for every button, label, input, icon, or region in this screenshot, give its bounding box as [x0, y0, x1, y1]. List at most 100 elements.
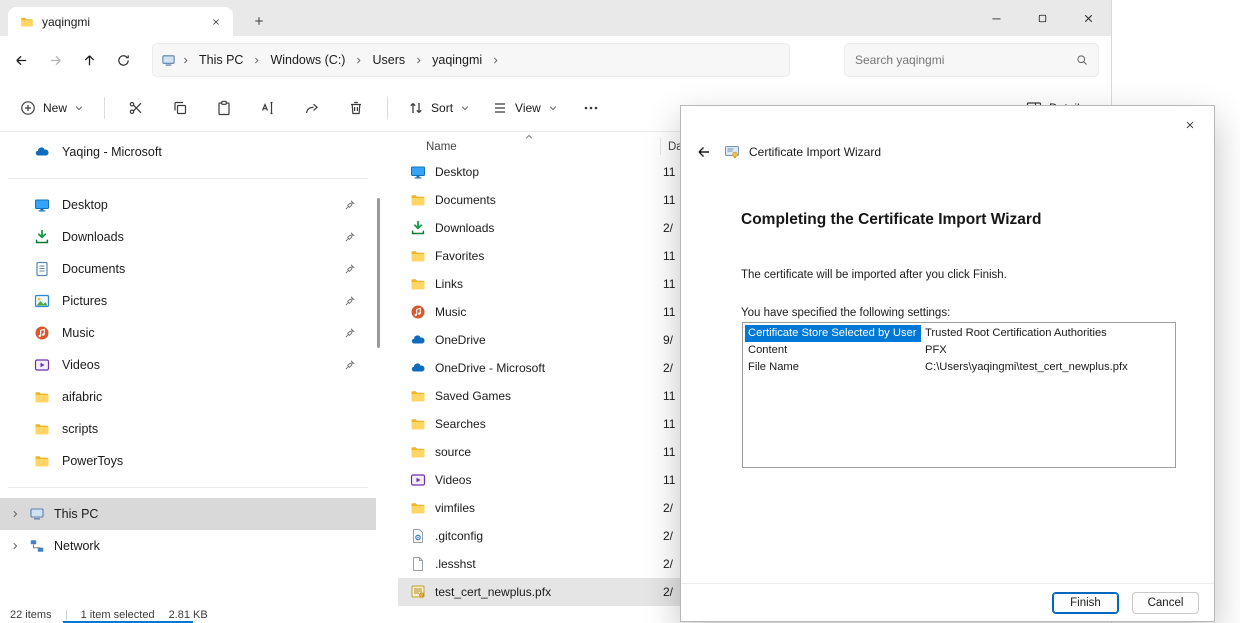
sidebar-item-videos[interactable]: Videos [4, 349, 372, 381]
folder-icon [34, 421, 50, 437]
paste-button[interactable] [203, 91, 245, 125]
settings-list[interactable]: Certificate Store Selected by UserTruste… [742, 322, 1176, 468]
settings-row[interactable]: Certificate Store Selected by UserTruste… [743, 325, 1175, 342]
dialog-back-button[interactable] [693, 141, 715, 163]
network-icon [29, 538, 45, 554]
breadcrumb-item-users[interactable]: Users [366, 49, 411, 71]
sidebar-item-downloads[interactable]: Downloads [4, 221, 372, 253]
breadcrumb-separator-icon [181, 56, 190, 65]
desktop-icon [410, 164, 426, 180]
sidebar-item-label: Downloads [62, 230, 124, 244]
sort-button-label: Sort [431, 101, 453, 115]
sidebar-item-label: Documents [62, 262, 125, 276]
up-button[interactable] [72, 44, 106, 76]
setting-value: Trusted Root Certification Authorities [921, 325, 1175, 342]
sidebar-scrollbar[interactable] [377, 198, 380, 348]
chevron-down-icon [460, 103, 470, 113]
file-name: source [435, 445, 663, 459]
file-date-modified: 11 [663, 249, 675, 263]
sidebar-item-pictures[interactable]: Pictures [4, 285, 372, 317]
dialog-close-button[interactable] [1175, 113, 1205, 137]
more-options-button[interactable] [570, 91, 612, 125]
close-window-button[interactable] [1065, 0, 1111, 36]
file-name: Downloads [435, 221, 663, 235]
settings-row[interactable]: ContentPFX [743, 342, 1175, 359]
file-name: Music [435, 305, 663, 319]
refresh-icon [116, 53, 131, 68]
certificate-icon [724, 144, 740, 160]
sidebar-item-onedrive[interactable]: Yaqing - Microsoft [4, 136, 372, 168]
file-date-modified: 11 [663, 305, 675, 319]
share-button[interactable] [291, 91, 333, 125]
forward-button[interactable] [38, 44, 72, 76]
rename-button[interactable] [247, 91, 289, 125]
column-header-name[interactable]: Name [426, 141, 457, 153]
sidebar-item-scripts[interactable]: scripts [4, 413, 372, 445]
file-date-modified: 11 [663, 389, 675, 403]
plus-icon [253, 15, 265, 27]
delete-button[interactable] [335, 91, 377, 125]
minimize-button[interactable] [973, 0, 1019, 36]
view-button[interactable]: View [482, 91, 568, 125]
file-name: Searches [435, 417, 663, 431]
sidebar-item-network[interactable]: Network [0, 530, 376, 562]
refresh-button[interactable] [106, 44, 140, 76]
music-icon [34, 325, 50, 341]
close-icon [211, 17, 221, 27]
folder-icon [410, 444, 426, 460]
setting-key: Content [745, 342, 921, 359]
sidebar-item-aifabric[interactable]: aifabric [4, 381, 372, 413]
breadcrumb-item-yaqingmi[interactable]: yaqingmi [426, 49, 488, 71]
breadcrumb-item-windows-c[interactable]: Windows (C:) [264, 49, 351, 71]
file-name: .lesshst [435, 557, 663, 571]
tab-close-button[interactable] [205, 12, 227, 32]
downloads-icon [34, 229, 50, 245]
sidebar-item-label: Desktop [62, 198, 108, 212]
maximize-button[interactable] [1019, 0, 1065, 36]
explorer-tab[interactable]: yaqingmi [8, 7, 233, 36]
copy-button[interactable] [159, 91, 201, 125]
back-button[interactable] [4, 44, 38, 76]
delete-icon [348, 100, 364, 116]
search-icon [1076, 54, 1088, 66]
settings-row[interactable]: File NameC:\Users\yaqingmi\test_cert_new… [743, 359, 1175, 376]
view-icon [492, 100, 508, 116]
cut-button[interactable] [115, 91, 157, 125]
breadcrumb-separator-icon [252, 56, 261, 65]
sidebar-item-label: This PC [54, 507, 98, 521]
file-date-modified: 2/ [663, 361, 673, 375]
status-divider [66, 610, 67, 620]
status-item-count: 22 items [10, 609, 52, 621]
setting-value: PFX [921, 342, 1175, 359]
setting-key: Certificate Store Selected by User [745, 325, 921, 342]
sidebar-item-this-pc[interactable]: This PC [0, 498, 376, 530]
folder-icon [34, 453, 50, 469]
breadcrumb: This PC Windows (C:) Users yaqingmi [152, 43, 790, 77]
column-divider[interactable] [660, 138, 661, 155]
pc-icon [161, 53, 176, 68]
sidebar-item-powertoys[interactable]: PowerToys [4, 445, 372, 477]
minimize-icon [990, 12, 1003, 25]
file-date-modified: 11 [663, 417, 675, 431]
file-date-modified: 9/ [663, 333, 673, 347]
config-file-icon [410, 528, 426, 544]
sidebar-item-label: Network [54, 539, 100, 553]
finish-button[interactable]: Finish [1052, 592, 1119, 614]
new-tab-button[interactable] [246, 9, 272, 33]
copy-icon [172, 100, 188, 116]
sidebar-divider [8, 178, 368, 179]
sidebar-item-documents[interactable]: Documents [4, 253, 372, 285]
sort-button[interactable]: Sort [398, 91, 480, 125]
search-input[interactable] [855, 53, 1068, 67]
sidebar-item-music[interactable]: Music [4, 317, 372, 349]
file-date-modified: 2/ [663, 221, 673, 235]
breadcrumb-item-this-pc[interactable]: This PC [193, 49, 249, 71]
sidebar-divider [8, 487, 368, 488]
sidebar-item-desktop[interactable]: Desktop [4, 189, 372, 221]
file-name: Desktop [435, 165, 663, 179]
new-button[interactable]: New [10, 91, 94, 125]
close-icon [1184, 119, 1196, 131]
file-date-modified: 2/ [663, 585, 673, 599]
cancel-button[interactable]: Cancel [1132, 592, 1199, 614]
sidebar-item-label: Pictures [62, 294, 107, 308]
